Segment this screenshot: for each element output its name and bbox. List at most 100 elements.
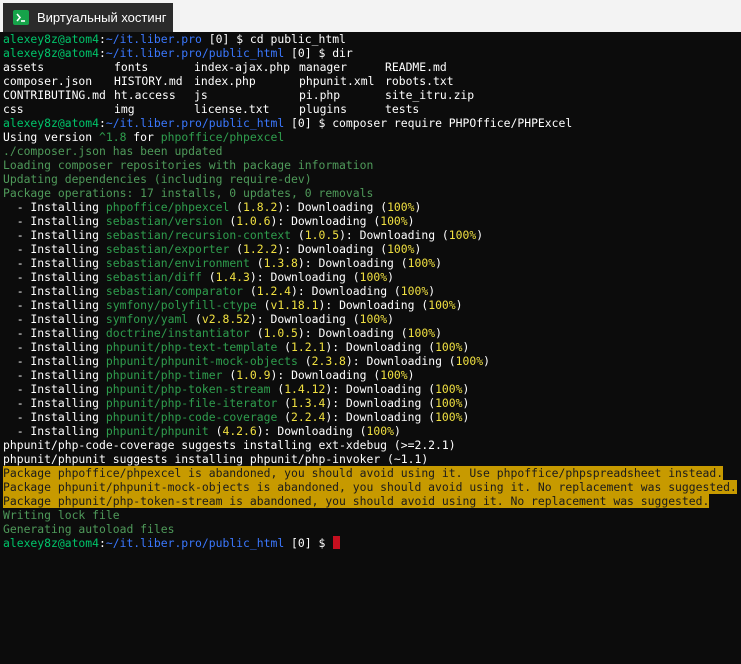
dir-entry: tests [385, 102, 420, 116]
punctuation: ( [352, 424, 367, 438]
prompt-line: alexey8z@atom4:~/it.liber.pro [0] $ cd p… [3, 32, 741, 46]
output-line: Writing lock file [3, 508, 120, 522]
suggest-line: phpunit/phpunit suggests installing phpu… [3, 452, 429, 466]
package-name: doctrine/instantiator [105, 326, 250, 340]
punctuation: ): [270, 214, 292, 228]
install-line: - Installing phpunit/php-text-template (… [3, 340, 741, 354]
package-version: v1.18.1 [270, 298, 319, 312]
dir-entry: manager [299, 60, 348, 74]
dir-entry: phpunit.xml [299, 74, 375, 88]
dir-entry: fonts [114, 60, 149, 74]
package-version: 1.0.5 [304, 228, 340, 242]
status-text: Downloading [359, 228, 436, 242]
output-line: Using version ^1.8 for phpoffice/phpexce… [3, 130, 741, 144]
punctuation: ( [421, 382, 436, 396]
warning-text: Package phpunit/phpunit-mock-objects is … [3, 480, 737, 494]
prompt-line: alexey8z@atom4:~/it.liber.pro/public_htm… [3, 46, 741, 60]
dir-row: composer.json HISTORY.md index.php phpunit.… [3, 74, 741, 88]
dir-entry: ht.access [114, 88, 176, 102]
terminal-icon [13, 10, 29, 25]
prompt-sep: : [99, 536, 106, 550]
install-line: - Installing phpunit/phpunit-mock-object… [3, 354, 741, 368]
punctuation: ( [421, 340, 436, 354]
tab-virtual-hosting[interactable]: Виртуальный хостинг [3, 3, 173, 32]
prompt-sep: : [99, 116, 106, 130]
punctuation: ) [455, 298, 463, 312]
punctuation: ( [208, 424, 223, 438]
package-name: phpunit/php-code-coverage [105, 410, 278, 424]
punctuation: ): [297, 326, 319, 340]
warning-text: Package phpunit/php-token-stream is aban… [3, 494, 710, 508]
prompt-job: [0] [284, 536, 319, 550]
install-line: - Installing phpunit/php-file-iterator (… [3, 396, 741, 410]
punctuation: ) [387, 270, 394, 284]
prompt-user: alexey8z@atom4 [3, 536, 100, 550]
dir-entry: index-ajax.php [194, 60, 291, 74]
punctuation: ) [462, 340, 470, 354]
progress-percent: 100% [428, 298, 456, 312]
progress-percent: 100% [435, 340, 463, 354]
punctuation: ): [325, 410, 346, 424]
package-name: phpunit/phpunit [105, 424, 209, 438]
tab-title: Виртуальный хостинг [37, 10, 167, 25]
progress-percent: 100% [455, 354, 484, 368]
punctuation: ) [414, 242, 422, 256]
punctuation: ( [297, 354, 312, 368]
status-text: Downloading [291, 368, 367, 382]
output-line: Generating autoload files [3, 522, 175, 536]
punctuation: ): [325, 382, 346, 396]
prompt-sep: : [99, 32, 106, 46]
punctuation: ( [366, 214, 381, 228]
install-prefix: - Installing [3, 256, 106, 270]
punctuation: ): [249, 270, 271, 284]
install-prefix: - Installing [3, 214, 106, 228]
dir-entry: license.txt [194, 102, 270, 116]
dir-entry: README.md [385, 60, 447, 74]
install-prefix: - Installing [3, 270, 106, 284]
install-prefix: - Installing [3, 340, 106, 354]
package-version: 1.0.5 [263, 326, 298, 340]
punctuation: ) [407, 368, 415, 382]
prompt-job: [0] [284, 116, 319, 130]
install-list: - Installing phpoffice/phpexcel (1.8.2):… [3, 200, 741, 438]
package-name: phpunit/php-token-stream [105, 382, 271, 396]
status-text: Downloading [345, 340, 422, 354]
punctuation: ( [345, 312, 360, 326]
package-version: 1.2.2 [243, 242, 278, 256]
punctuation: ( [229, 242, 244, 256]
version-constraint: ^1.8 [99, 130, 127, 144]
package-name: symfony/polyfill-ctype [105, 298, 257, 312]
package-name: sebastian/comparator [105, 284, 244, 298]
progress-percent: 100% [387, 200, 415, 214]
prompt-line-active[interactable]: alexey8z@atom4:~/it.liber.pro/public_htm… [3, 536, 741, 550]
dir-row: CONTRIBUTING.md ht.access js pi.php site_itr… [3, 88, 741, 102]
progress-percent: 100% [435, 396, 463, 410]
prompt-line: alexey8z@atom4:~/it.liber.pro/public_htm… [3, 116, 741, 130]
dir-entry: plugins [299, 102, 348, 116]
package-version: 1.0.6 [236, 214, 271, 228]
install-prefix: - Installing [3, 242, 106, 256]
output-text: Using version [3, 130, 100, 144]
punctuation: ( [201, 270, 216, 284]
install-line: - Installing sebastian/exporter (1.2.2):… [3, 242, 741, 256]
punctuation: ( [277, 396, 292, 410]
punctuation: ( [188, 312, 202, 326]
package-name: phpunit/php-timer [105, 368, 223, 382]
output-line: Loading composer repositories with packa… [3, 158, 374, 172]
punctuation: ( [277, 340, 292, 354]
dir-entry: pi.php [299, 88, 341, 102]
punctuation: ): [270, 368, 292, 382]
punctuation: ( [345, 270, 360, 284]
package-name: phpoffice/phpexcel [160, 130, 285, 144]
punctuation: ): [291, 284, 312, 298]
install-prefix: - Installing [3, 284, 106, 298]
punctuation: ) [483, 354, 490, 368]
progress-percent: 100% [435, 410, 463, 424]
terminal-output[interactable]: alexey8z@atom4:~/it.liber.pro [0] $ cd p… [0, 32, 741, 664]
warning-line: Package phpunit/php-token-stream is aban… [3, 494, 741, 508]
output-line: ./composer.json has been updated [3, 144, 223, 158]
punctuation: ): [318, 298, 340, 312]
terminal-cursor[interactable] [333, 536, 341, 549]
punctuation: ) [414, 200, 422, 214]
status-text: Downloading [270, 270, 346, 284]
